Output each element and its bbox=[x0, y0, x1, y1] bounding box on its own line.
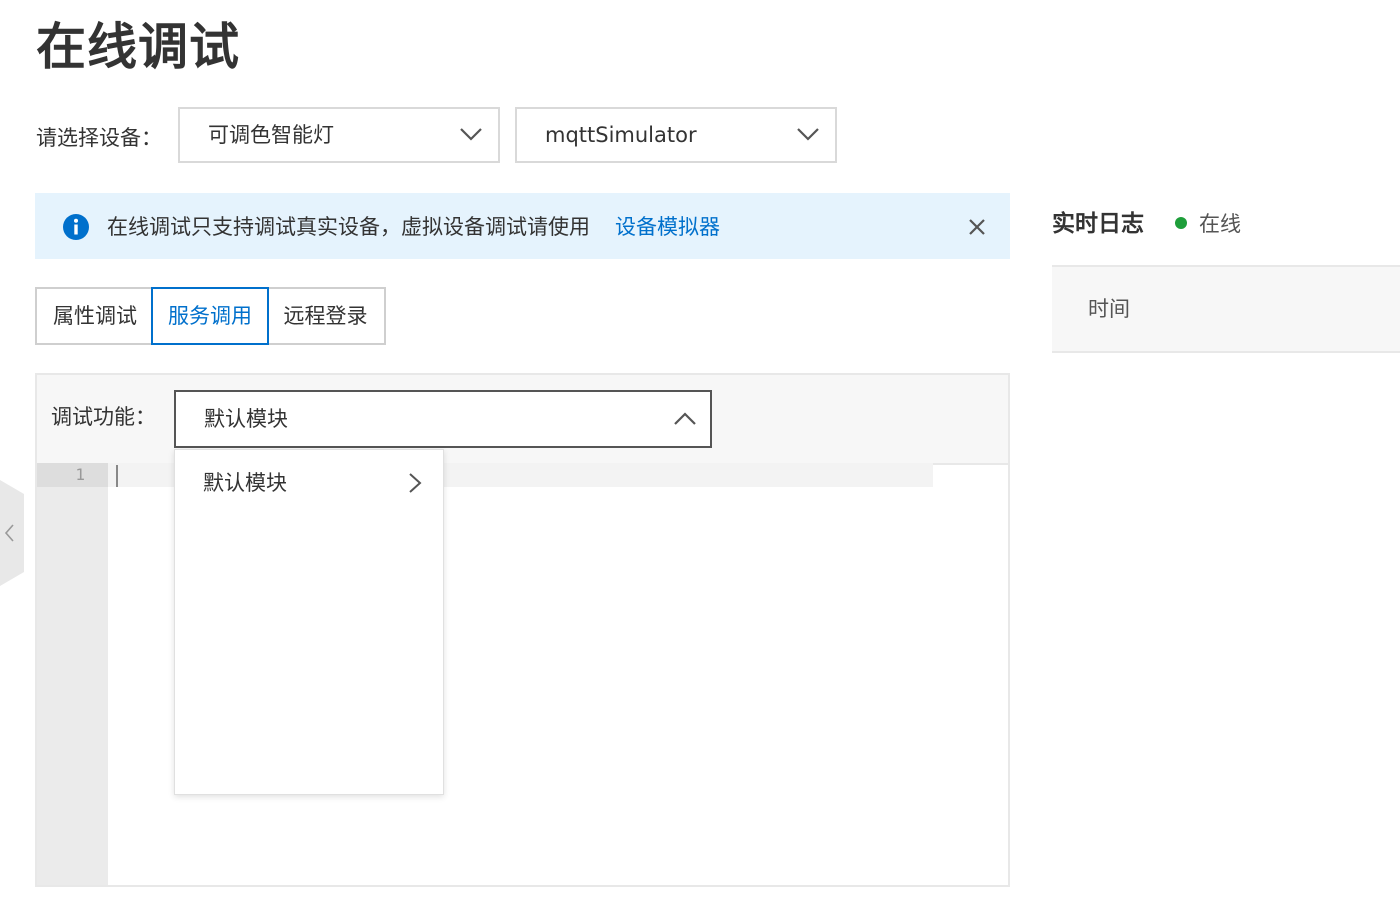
device-simulator-link[interactable]: 设备模拟器 bbox=[615, 193, 720, 261]
log-column-time: 时间 bbox=[1088, 297, 1130, 321]
dropdown-item-label: 默认模块 bbox=[203, 471, 287, 495]
tab-property-debug[interactable]: 属性调试 bbox=[35, 287, 153, 345]
chevron-right-icon bbox=[409, 473, 422, 493]
dropdown-item-default-module[interactable]: 默认模块 bbox=[175, 458, 443, 508]
info-icon bbox=[63, 214, 89, 240]
log-table-header: 时间 bbox=[1052, 265, 1400, 353]
collapse-sidebar-handle[interactable] bbox=[0, 480, 24, 586]
chevron-down-icon bbox=[460, 128, 482, 141]
function-label: 调试功能： bbox=[51, 405, 156, 429]
online-status-text: 在线 bbox=[1199, 212, 1241, 236]
device-select-label: 请选择设备： bbox=[36, 126, 162, 150]
close-icon[interactable] bbox=[968, 218, 986, 236]
function-dropdown-menu: 默认模块 bbox=[174, 449, 444, 795]
notice-text: 在线调试只支持调试真实设备，虚拟设备调试请使用 bbox=[107, 215, 590, 239]
line-number: 1 bbox=[75, 465, 85, 484]
online-status-dot bbox=[1175, 217, 1187, 229]
device-select-value: mqttSimulator bbox=[545, 123, 697, 147]
product-select-value: 可调色智能灯 bbox=[208, 123, 334, 147]
chevron-down-icon bbox=[797, 128, 819, 141]
page-title: 在线调试 bbox=[36, 18, 240, 76]
chevron-up-icon bbox=[674, 412, 696, 425]
tab-remote-login[interactable]: 远程登录 bbox=[267, 287, 386, 345]
realtime-log-title: 实时日志 bbox=[1052, 211, 1144, 237]
product-select[interactable]: 可调色智能灯 bbox=[178, 107, 500, 163]
online-debug-page: 在线调试 请选择设备： 可调色智能灯 mqttSimulator 在线调试只支持… bbox=[0, 0, 1400, 906]
function-select[interactable]: 默认模块 bbox=[174, 390, 712, 448]
editor-gutter: 1 bbox=[37, 463, 108, 885]
tab-service-call[interactable]: 服务调用 bbox=[151, 287, 269, 345]
text-cursor bbox=[116, 465, 118, 487]
notice-banner: 在线调试只支持调试真实设备，虚拟设备调试请使用 设备模拟器 bbox=[35, 193, 1010, 259]
device-select[interactable]: mqttSimulator bbox=[515, 107, 837, 163]
function-select-value: 默认模块 bbox=[204, 407, 288, 431]
